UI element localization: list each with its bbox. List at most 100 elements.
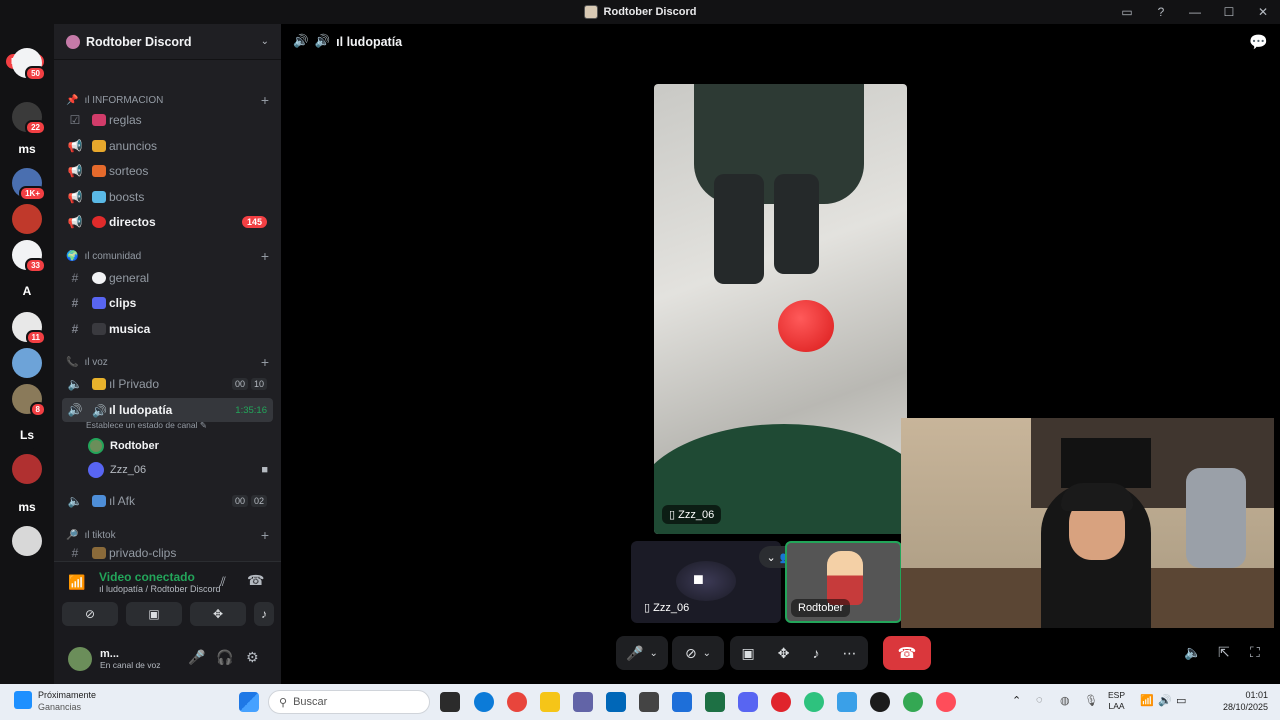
add-channel-icon[interactable]: + [261,248,269,264]
chevron-up-icon[interactable]: ⌃ [1012,694,1021,707]
wifi-icon[interactable]: 📶 [1140,694,1154,707]
connection-location[interactable]: ıl ludopatía / Rodtober Discord [99,584,221,594]
chevron-down-icon[interactable]: ⌄ [650,648,658,659]
chevron-down-icon[interactable]: ⌄ [261,36,269,47]
speaker-icon[interactable]: 🔈 [1184,644,1201,661]
opera-icon[interactable] [936,692,956,712]
microphone-icon[interactable]: 🎤 [188,649,205,666]
search-box[interactable]: ⚲ Buscar [268,690,430,714]
category-comunidad[interactable]: 🌍 ıl comunidad + [66,248,269,264]
file-explorer-icon[interactable] [540,692,560,712]
channel-musica[interactable]: # musica [62,317,273,341]
inbox-icon[interactable]: ▭ [1110,5,1144,19]
signal-icon[interactable]: 📶 [68,574,85,591]
camera-off-button[interactable]: ⊘ [62,602,118,626]
channel-directos[interactable]: 📢 directos 145 [62,210,273,234]
add-channel-icon[interactable]: + [261,527,269,543]
channel-afk[interactable]: 🔈 ıl Afk 00 02 [62,489,273,513]
maximize-button[interactable]: ☐ [1212,5,1246,19]
app-icon[interactable] [672,692,692,712]
language-indicator[interactable]: ESP LAA [1108,690,1125,712]
close-button[interactable]: ✕ [1246,5,1280,19]
channel-ludopatia[interactable]: 🔊 🔊 ıl ludopatía 1:35:16 [62,398,273,422]
channel-privado-clips[interactable]: # privado-clips [62,545,273,561]
participant-tile-rodtober[interactable]: Rodtober [785,541,902,623]
activities-button[interactable]: ✥ [190,602,246,626]
popout-icon[interactable]: ⇱ [1218,644,1230,661]
server-icon[interactable]: A [12,276,42,306]
app-icon[interactable] [771,692,791,712]
channel-clips[interactable]: # clips [62,291,273,315]
channel-label: directos [109,215,156,229]
edge-icon[interactable] [474,692,494,712]
tray-icon[interactable]: ◍ [1060,694,1070,707]
leave-call-button[interactable]: ☎ [883,636,931,670]
headphones-icon[interactable]: 🎧 [216,649,233,666]
notepad-icon[interactable] [837,692,857,712]
server-icon[interactable]: 33 [12,240,46,273]
camera-control[interactable]: ⊘ ⌄ [672,636,724,670]
server-icon[interactable]: 1K+ [12,168,46,201]
channel-status-prompt[interactable]: Establece un estado de canal ✎ [86,420,207,431]
server-icon[interactable] [12,348,42,378]
channel-anuncios[interactable]: 📢 anuncios [62,134,273,158]
add-channel-icon[interactable]: + [261,354,269,370]
minimize-button[interactable]: — [1178,5,1212,19]
activities-icon[interactable]: ✥ [778,645,790,662]
video-feed-zzz06[interactable]: ▯ Zzz_06 [654,84,907,534]
help-icon[interactable]: ? [1144,5,1178,19]
server-icon[interactable] [12,204,42,234]
fullscreen-icon[interactable]: ⛶ [1250,644,1260,661]
server-icon[interactable] [12,454,42,484]
disconnect-icon[interactable]: ☎ [247,572,264,589]
discord-icon[interactable] [738,692,758,712]
excel-icon[interactable] [705,692,725,712]
teams-icon[interactable] [573,692,593,712]
screen-share-button[interactable]: ▣ [126,602,182,626]
category-tiktok[interactable]: 🔎 ıl tiktok + [66,527,269,543]
mic-control[interactable]: 🎤 ⌄ [616,636,668,670]
app-icon[interactable] [804,692,824,712]
task-view-icon[interactable] [440,692,460,712]
weather-widget[interactable]: Próximamente Ganancias [14,689,96,713]
soundboard-button[interactable]: ♪ [254,602,274,626]
chrome-icon[interactable] [903,692,923,712]
server-icon[interactable]: Ls [12,420,42,450]
server-icon[interactable]: 50 [12,48,46,81]
volume-icon[interactable]: 🔊 [1158,694,1172,707]
channel-boosts[interactable]: 📢 boosts [62,185,273,209]
soundboard-icon[interactable]: ♪ [812,645,819,661]
category-voz[interactable]: 📞 ıl voz + [66,354,269,370]
server-icon[interactable]: 22 [12,102,46,135]
server-icon[interactable]: 8 [12,384,46,417]
store-icon[interactable] [606,692,626,712]
server-icon[interactable]: 11 [12,312,46,345]
chrome-icon[interactable] [507,692,527,712]
more-options-icon[interactable]: ⋯ [842,645,856,662]
channel-privado[interactable]: 🔈 ıl Privado 00 10 [62,372,273,396]
gear-icon[interactable]: ⚙ [246,649,259,666]
channel-general[interactable]: # general [62,266,273,290]
add-channel-icon[interactable]: + [261,92,269,108]
voice-user-rodtober[interactable]: Rodtober [88,435,159,457]
voice-user-zzz06[interactable]: Zzz_06 ■ [88,459,268,481]
app-icon[interactable] [870,692,890,712]
tray-icon[interactable]: ◌ [1036,694,1043,706]
chat-icon[interactable]: 💬 [1249,33,1268,51]
clock[interactable]: 01:01 28/10/2025 [1223,689,1268,713]
server-icon[interactable] [12,526,42,556]
start-icon[interactable] [239,692,259,712]
server-header[interactable]: Rodtober Discord ⌄ [54,24,281,60]
chevron-down-icon[interactable]: ⌄ [703,648,711,659]
category-informacion[interactable]: 📌 ıl INFORMACION + [66,92,269,108]
server-icon[interactable]: ms [12,134,42,164]
screen-share-icon[interactable]: ▣ [742,645,755,662]
battery-icon[interactable]: ▭ [1176,694,1186,707]
app-icon[interactable] [639,692,659,712]
noise-suppression-icon[interactable]: ⫽ [220,574,226,590]
microphone-icon[interactable]: 🎙 [1084,694,1098,707]
avatar[interactable] [68,646,92,671]
channel-reglas[interactable]: ☑ reglas [62,108,273,132]
channel-sorteos[interactable]: 📢 sorteos [62,159,273,183]
server-icon[interactable]: ms [12,492,42,522]
